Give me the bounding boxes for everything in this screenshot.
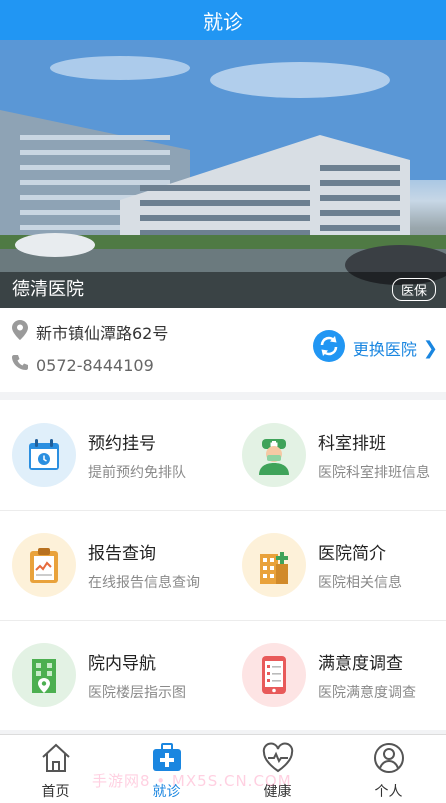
service-subtitle: 医院科室排班信息 bbox=[318, 464, 430, 481]
change-hospital-button[interactable]: 更换医院 ❯ bbox=[312, 330, 438, 366]
service-grid: 预约挂号 提前预约免排队 科室排班 医院科室排班信息 报告查询 在线报告信息查询… bbox=[0, 400, 446, 730]
hospital-name: 德清医院 bbox=[12, 279, 84, 300]
tab-home[interactable]: 首页 bbox=[0, 735, 111, 803]
service-indoor-navigation[interactable]: 院内导航 医院楼层指示图 bbox=[0, 620, 223, 730]
doctor-icon bbox=[242, 423, 306, 487]
tab-label: 首页 bbox=[41, 784, 70, 800]
service-title: 满意度调查 bbox=[318, 653, 403, 674]
service-subtitle: 提前预约免排队 bbox=[88, 464, 186, 481]
service-title: 医院简介 bbox=[318, 543, 386, 564]
hospital-phone[interactable]: 0572-8444109 bbox=[36, 356, 154, 375]
chevron-right-icon: ❯ bbox=[422, 337, 438, 359]
report-clipboard-icon bbox=[12, 533, 76, 597]
page-title: 就诊 bbox=[203, 9, 243, 34]
top-header-bar: 就诊 bbox=[0, 0, 446, 40]
tab-label: 就诊 bbox=[152, 784, 181, 800]
tab-label: 健康 bbox=[263, 784, 292, 800]
phone-icon bbox=[12, 354, 28, 376]
heart-pulse-icon bbox=[261, 741, 295, 779]
tab-health[interactable]: 健康 bbox=[222, 735, 333, 803]
service-title: 科室排班 bbox=[318, 433, 386, 454]
service-satisfaction-survey[interactable]: 满意度调查 医院满意度调查 bbox=[230, 620, 446, 730]
service-department-schedule[interactable]: 科室排班 医院科室排班信息 bbox=[230, 400, 446, 510]
service-subtitle: 医院相关信息 bbox=[318, 574, 402, 591]
home-icon bbox=[39, 741, 73, 779]
calendar-icon bbox=[12, 423, 76, 487]
refresh-icon bbox=[312, 330, 345, 366]
phone-row[interactable]: 0572-8444109 bbox=[12, 354, 154, 376]
hospital-banner-image: 德清医院 医保 bbox=[0, 40, 446, 308]
service-hospital-intro[interactable]: 医院简介 医院相关信息 bbox=[230, 510, 446, 620]
location-pin-icon bbox=[12, 320, 28, 344]
service-subtitle: 医院楼层指示图 bbox=[88, 684, 186, 701]
service-report-query[interactable]: 报告查询 在线报告信息查询 bbox=[0, 510, 223, 620]
address-row: 新市镇仙潭路62号 bbox=[12, 320, 168, 344]
insurance-badge: 医保 bbox=[391, 278, 436, 301]
service-subtitle: 医院满意度调查 bbox=[318, 684, 416, 701]
service-title: 报告查询 bbox=[88, 543, 156, 564]
medical-kit-icon bbox=[150, 741, 184, 779]
tab-personal[interactable]: 个人 bbox=[333, 735, 444, 803]
hospital-building-icon bbox=[242, 533, 306, 597]
service-subtitle: 在线报告信息查询 bbox=[88, 574, 200, 591]
bottom-tab-bar: 首页 就诊 健康 个人 bbox=[0, 734, 446, 803]
hospital-address: 新市镇仙潭路62号 bbox=[36, 324, 169, 343]
person-icon bbox=[372, 741, 406, 779]
service-appointment[interactable]: 预约挂号 提前预约免排队 bbox=[0, 400, 223, 510]
tab-label: 个人 bbox=[374, 784, 403, 800]
hospital-photo-illustration bbox=[0, 40, 446, 308]
tab-consultation[interactable]: 就诊 bbox=[111, 735, 222, 803]
map-building-icon bbox=[12, 643, 76, 707]
survey-phone-icon bbox=[242, 643, 306, 707]
service-title: 院内导航 bbox=[88, 653, 156, 674]
service-title: 预约挂号 bbox=[88, 433, 156, 454]
change-hospital-label: 更换医院 bbox=[352, 340, 417, 359]
hospital-info-panel: 新市镇仙潭路62号 0572-8444109 更换医院 ❯ bbox=[0, 308, 446, 392]
